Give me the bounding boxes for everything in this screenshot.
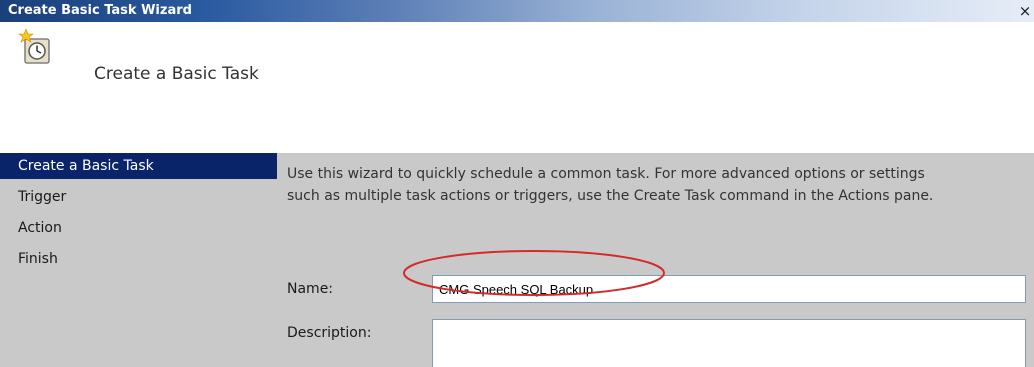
wizard-header: Create a Basic Task — [0, 22, 1034, 153]
step-trigger[interactable]: Trigger — [0, 185, 277, 209]
description-label: Description: — [287, 325, 372, 341]
close-icon[interactable]: × — [1016, 2, 1034, 20]
task-name-input[interactable] — [432, 275, 1026, 303]
title-bar: Create Basic Task Wizard × — [0, 0, 1034, 22]
task-description-input[interactable] — [432, 319, 1026, 367]
description-line-2: such as multiple task actions or trigger… — [287, 188, 934, 204]
wizard-step-list: Create a Basic Task Trigger Action Finis… — [0, 153, 277, 367]
description-line-1: Use this wizard to quickly schedule a co… — [287, 166, 925, 182]
step-create-basic-task[interactable]: Create a Basic Task — [0, 153, 277, 179]
name-label: Name: — [287, 281, 334, 297]
task-scheduler-clock-icon — [18, 28, 50, 64]
page-title: Create a Basic Task — [94, 64, 259, 84]
wizard-content: Use this wizard to quickly schedule a co… — [277, 153, 1034, 367]
step-action[interactable]: Action — [0, 216, 277, 240]
window-title: Create Basic Task Wizard — [8, 3, 192, 18]
wizard-description: Use this wizard to quickly schedule a co… — [287, 163, 1027, 207]
step-finish[interactable]: Finish — [0, 247, 277, 271]
